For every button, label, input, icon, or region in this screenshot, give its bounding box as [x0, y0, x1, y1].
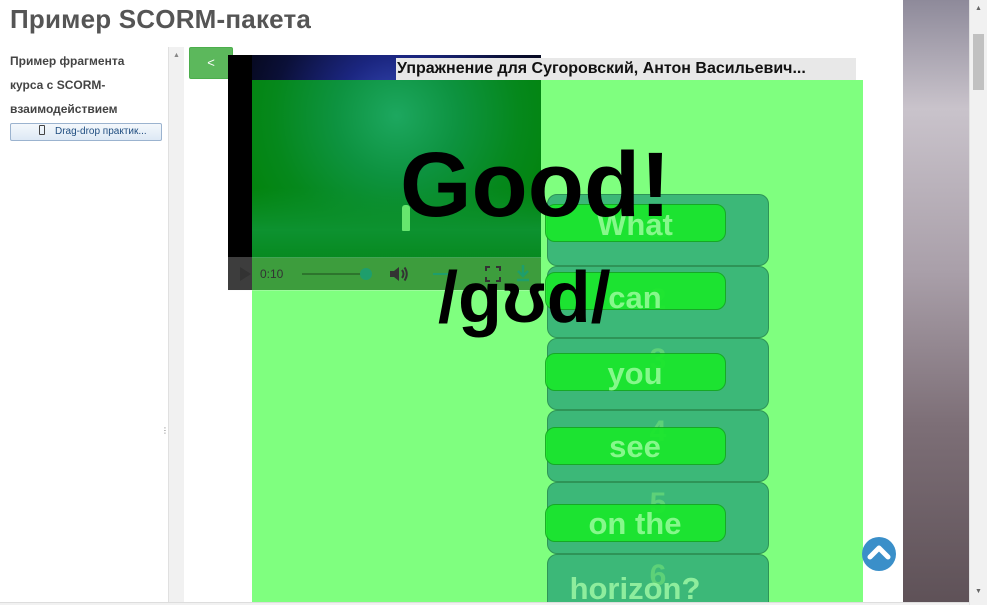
- toc-panel: Пример фрагмента курса с SCORM-взаимодей…: [0, 47, 169, 602]
- page-title: Пример SCORM-пакета: [10, 4, 312, 34]
- feedback-word: Good!: [400, 134, 671, 236]
- video-time: 0:10: [260, 267, 284, 281]
- toc-item-drag-drop[interactable]: Drag-drop практик...: [10, 123, 162, 141]
- play-icon[interactable]: [240, 267, 251, 281]
- word-on-the[interactable]: on the: [544, 506, 726, 542]
- feedback-transcription: /gʊd/: [438, 258, 611, 338]
- scroll-up-arrow-icon[interactable]: ▲: [173, 52, 180, 59]
- word-you[interactable]: you: [544, 356, 726, 392]
- word-horizon[interactable]: horizon?: [544, 571, 726, 605]
- scroll-down-arrow-icon[interactable]: ▼: [975, 588, 982, 595]
- toc-course-title[interactable]: Пример фрагмента курса с SCORM-взаимодей…: [10, 49, 160, 121]
- prev-button[interactable]: <: [189, 47, 233, 79]
- video-progress-bar[interactable]: [302, 273, 366, 275]
- toc-item-label: Drag-drop практик...: [55, 126, 147, 137]
- video-progress-thumb[interactable]: [360, 268, 372, 280]
- page-scrollbar[interactable]: ▲ ▼: [969, 0, 987, 605]
- scroll-up-arrow-icon[interactable]: ▲: [975, 5, 982, 12]
- exercise-title: Упражнение для Сугоровский, Антон Василь…: [396, 58, 856, 80]
- volume-icon[interactable]: [388, 265, 410, 283]
- scrollbar-thumb[interactable]: [973, 34, 984, 90]
- word-see[interactable]: see: [544, 429, 726, 465]
- toc-scrollbar[interactable]: ▲: [168, 47, 184, 602]
- resize-handle[interactable]: ⋮: [161, 427, 169, 439]
- mobile-device-icon: [39, 125, 45, 135]
- chevron-up-icon: [867, 545, 891, 560]
- scroll-to-top-button[interactable]: [862, 537, 896, 571]
